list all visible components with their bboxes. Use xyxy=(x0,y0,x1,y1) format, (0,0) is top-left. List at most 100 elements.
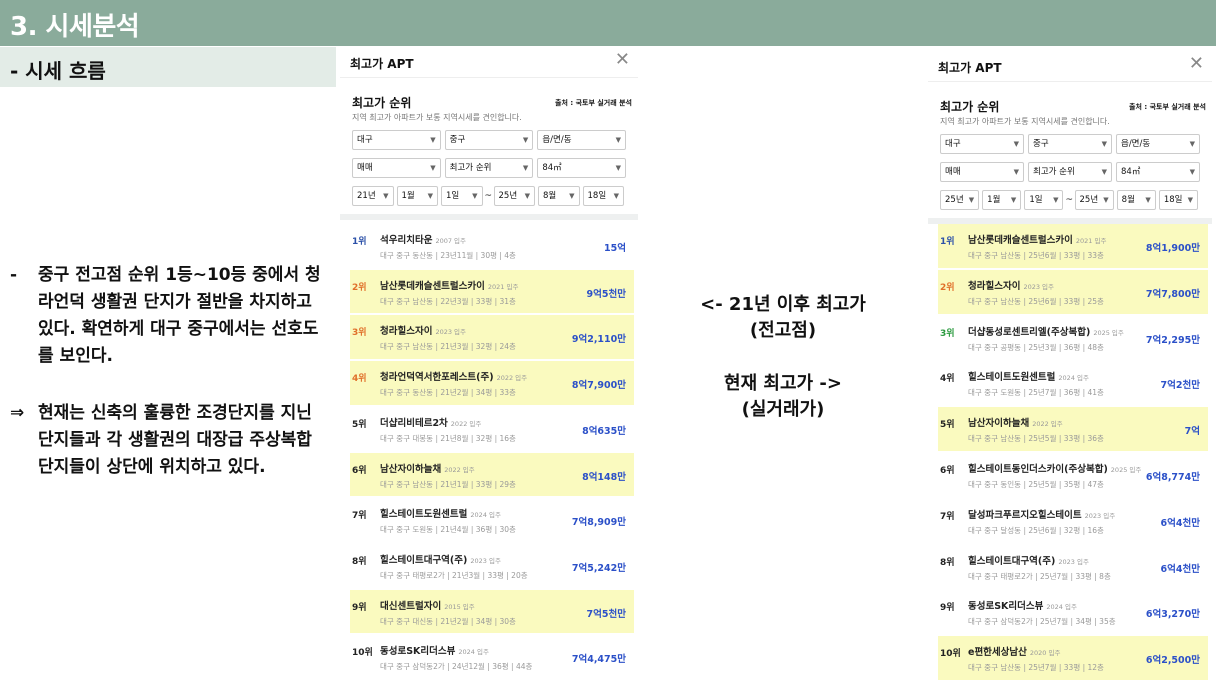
select-value: 중구 xyxy=(1033,139,1049,149)
analysis-note-2: ⇒ 현재는 신축의 훌륭한 조경단지를 지닌 단지들과 각 생활권의 대장급 주… xyxy=(10,400,330,481)
ranking-row[interactable]: 1위 남산롯데캐슬센트럴스카이 2021 입주 대구 중구 남산동 | 25년6월 |… xyxy=(938,224,1208,268)
apartment-name: e편한세상남산 2020 입주 xyxy=(968,644,1060,658)
ranking-row[interactable]: 9위 동성로SK리더스뷰 2024 입주 대구 중구 삼덕동2가 | 25년7월 | … xyxy=(938,590,1208,634)
ranking-row[interactable]: 5위 남산자이하늘채 2022 입주 대구 중구 남산동 | 25년5월 | 33평 … xyxy=(938,407,1208,451)
dong-select[interactable]: 읍/면/동 ▼ xyxy=(1116,134,1200,154)
deal-type-select[interactable]: 매매 ▼ xyxy=(940,162,1024,182)
move-in-year: 2023 입주 xyxy=(435,328,467,337)
from-year-select[interactable]: 21년 ▼ xyxy=(352,186,394,206)
ranking-row[interactable]: 7위 힐스테이트도원센트럴 2024 입주 대구 중구 도원동 | 21년4월 | 3… xyxy=(350,498,634,542)
apartment-name-text: 힐스테이트도원센트럴 xyxy=(968,372,1056,384)
rank-number: 9위 xyxy=(940,603,955,614)
dong-select[interactable]: 읍/면/동 ▼ xyxy=(537,130,626,150)
ranking-row[interactable]: 2위 남산롯데캐슬센트럴스카이 2021 입주 대구 중구 남산동 | 22년3월 |… xyxy=(350,269,634,314)
ranking-row[interactable]: 3위 청라힐스자이 2023 입주 대구 중구 남산동 | 21년3월 | 32평 |… xyxy=(350,315,634,360)
apartment-name-text: 남산롯데캐슬센트럴스카이 xyxy=(968,235,1073,246)
from-year-select[interactable]: 25년 ▼ xyxy=(940,190,980,210)
apartment-name-text: 동성로SK리더스뷰 xyxy=(968,601,1044,613)
ranking-title: 최고가 순위 xyxy=(352,96,412,110)
apartment-price: 8억148만 xyxy=(582,471,626,483)
move-in-year: 2023 입주 xyxy=(1084,511,1116,520)
to-day-select[interactable]: 18일 ▼ xyxy=(582,186,624,206)
select-value: 84㎡ xyxy=(1121,167,1141,177)
from-month-select[interactable]: 1월 ▼ xyxy=(396,186,438,206)
sort-select[interactable]: 최고가 순위 ▼ xyxy=(1028,162,1112,182)
to-year-select[interactable]: 25년 ▼ xyxy=(493,186,535,206)
close-icon[interactable]: ✕ xyxy=(1189,54,1204,74)
apartment-name-text: 석우리치타운 xyxy=(380,235,433,246)
ranking-row[interactable]: 3위 더샵동성로센트리엘(주상복합) 2025 입주 대구 중구 공평동 | 25년3… xyxy=(938,316,1208,360)
ranking-row[interactable]: 8위 힐스테이트대구역(주) 2023 입주 대구 중구 태평로2가 | 21년3월 … xyxy=(350,544,634,588)
move-in-year: 2022 입주 xyxy=(444,465,475,474)
apartment-price: 7억 xyxy=(1184,426,1200,438)
caption-line: 현재 최고가 -> xyxy=(724,373,842,394)
ranking-row[interactable]: 10위 동성로SK리더스뷰 2024 입주 대구 중구 삼덕동2가 | 24년12월 … xyxy=(350,635,634,679)
select-value: 매매 xyxy=(945,167,961,177)
close-icon[interactable]: ✕ xyxy=(615,50,630,70)
ranking-row[interactable]: 1위 석우리치타운 2007 입주대구 중구 동산동 | 23년11월 | 30평 … xyxy=(350,224,634,268)
ranking-row[interactable]: 7위 달성파크푸르지오힐스테이트 2023 입주 대구 중구 달성동 | 25년6월 … xyxy=(938,499,1208,543)
rank-number: 8위 xyxy=(352,556,367,567)
ranking-row[interactable]: 6위 남산자이하늘채 2022 입주 대구 중구 남산동 | 21년1월 | 33평 … xyxy=(350,452,634,497)
apartment-info: 대구 중구 동산동 | 23년11월 | 30평 | 4층 xyxy=(380,251,516,260)
to-month-select[interactable]: 8월 ▼ xyxy=(538,186,580,206)
rank-number: 4위 xyxy=(940,374,955,385)
caption-line: (실거래가) xyxy=(741,399,825,420)
apartment-price: 15억 xyxy=(604,243,626,254)
city-select[interactable]: 대구 ▼ xyxy=(940,134,1024,154)
apartment-name-text: 달성파크푸르지오힐스테이트 xyxy=(968,509,1082,521)
apartment-info: 대구 중구 남산동 | 25년6월 | 33평 | 33층 xyxy=(968,251,1104,260)
select-value: 읍/면/동 xyxy=(1121,139,1151,149)
ranking-description: 지역 최고가 아파트가 보통 지역시세를 견인합니다. xyxy=(352,113,522,122)
move-in-year: 2015 입주 xyxy=(444,602,475,611)
apartment-name: 힐스테이트대구역(주) 2023 입주 xyxy=(968,553,1089,567)
ranking-row[interactable]: 4위 청라언덕역서한포레스트(주) 2022 입주 대구 중구 동산동 | 21년2월… xyxy=(350,361,634,405)
chevron-down-icon: ▼ xyxy=(1145,196,1151,204)
ranking-row[interactable]: 9위 대신센트럴자이 2015 입주 대구 중구 대신동 | 21년2월 | 34평 … xyxy=(350,589,634,634)
apartment-name: 남산롯데캐슬센트럴스카이 2021 입주 xyxy=(968,232,1106,246)
size-select[interactable]: 84㎡ ▼ xyxy=(1116,162,1200,182)
move-in-year: 2007 입주 xyxy=(435,237,467,245)
from-day-select[interactable]: 1일 ▼ xyxy=(1024,190,1064,210)
apartment-name: 동성로SK리더스뷰 2024 입주 xyxy=(968,598,1077,612)
sort-select[interactable]: 최고가 순위 ▼ xyxy=(444,158,534,178)
ranking-row[interactable]: 10위 e편한세상남산 2020 입주 대구 중구 남산동 | 25년7월 | 33평… xyxy=(938,636,1208,680)
chevron-down-icon: ▼ xyxy=(1010,196,1017,204)
deal-type-select[interactable]: 매매 ▼ xyxy=(352,158,441,178)
ranking-row[interactable]: 6위 힐스테이트동인더스카이(주상복합) 2025 입주 대구 중구 동인동 | 25… xyxy=(938,453,1208,497)
move-in-year: 2022 입주 xyxy=(496,374,528,383)
apartment-name-text: 대신센트럴자이 xyxy=(380,600,442,612)
apartment-name: 청라언덕역서한포레스트(주) 2022 입주 xyxy=(380,369,527,383)
chevron-down-icon: ▼ xyxy=(430,164,436,172)
select-value: 25년 xyxy=(1079,195,1099,205)
size-select[interactable]: 84㎡ ▼ xyxy=(537,158,626,178)
district-select[interactable]: 중구 ▼ xyxy=(1028,134,1112,154)
select-value: 25년 xyxy=(498,191,518,201)
date-range-separator: ~ xyxy=(1065,195,1074,205)
panel-title: 최고가 APT xyxy=(350,57,414,71)
caption-past-peak: <- 21년 이후 최고가 (전고점) xyxy=(668,292,898,344)
rank-number: 1위 xyxy=(352,237,367,247)
ranking-row[interactable]: 5위 더샵리비테르2차 2022 입주 대구 중구 대봉동 | 21년8월 | 32평… xyxy=(350,407,634,451)
ranking-row[interactable]: 8위 힐스테이트대구역(주) 2023 입주 대구 중구 태평로2가 | 25년7월 … xyxy=(938,545,1208,589)
city-select[interactable]: 대구 ▼ xyxy=(352,130,441,150)
chevron-down-icon: ▼ xyxy=(1103,196,1109,204)
from-month-select[interactable]: 1월 ▼ xyxy=(982,190,1022,210)
apartment-info: 대구 중구 남산동 | 22년3월 | 33평 | 31층 xyxy=(380,296,516,306)
district-select[interactable]: 중구 ▼ xyxy=(444,130,534,150)
move-in-year: 2023 입주 xyxy=(1058,557,1089,566)
to-month-select[interactable]: 8월 ▼ xyxy=(1116,190,1156,210)
apartment-name: 남산자이하늘채 2022 입주 xyxy=(380,461,475,475)
apartment-name-text: 힐스테이트대구역(주) xyxy=(968,555,1056,567)
from-day-select[interactable]: 1일 ▼ xyxy=(441,186,483,206)
caption-current-peak: 현재 최고가 -> (실거래가) xyxy=(668,371,898,423)
ranking-row[interactable]: 2위 청라힐스자이 2023 입주 대구 중구 남산동 | 25년6월 | 33평 |… xyxy=(938,269,1208,314)
chevron-down-icon: ▼ xyxy=(383,192,389,200)
to-year-select[interactable]: 25년 ▼ xyxy=(1074,190,1114,210)
chevron-down-icon: ▼ xyxy=(615,164,621,172)
ranking-row[interactable]: 4위 힐스테이트도원센트럴 2024 입주 대구 중구 도원동 | 25년7월 | 3… xyxy=(938,361,1208,405)
apartment-price: 9억5천만 xyxy=(586,288,626,300)
apartment-info: 대구 중구 태평로2가 | 21년3월 | 33평 | 20층 xyxy=(380,570,528,580)
chevron-down-icon: ▼ xyxy=(430,136,436,144)
to-day-select[interactable]: 18일 ▼ xyxy=(1158,190,1198,210)
